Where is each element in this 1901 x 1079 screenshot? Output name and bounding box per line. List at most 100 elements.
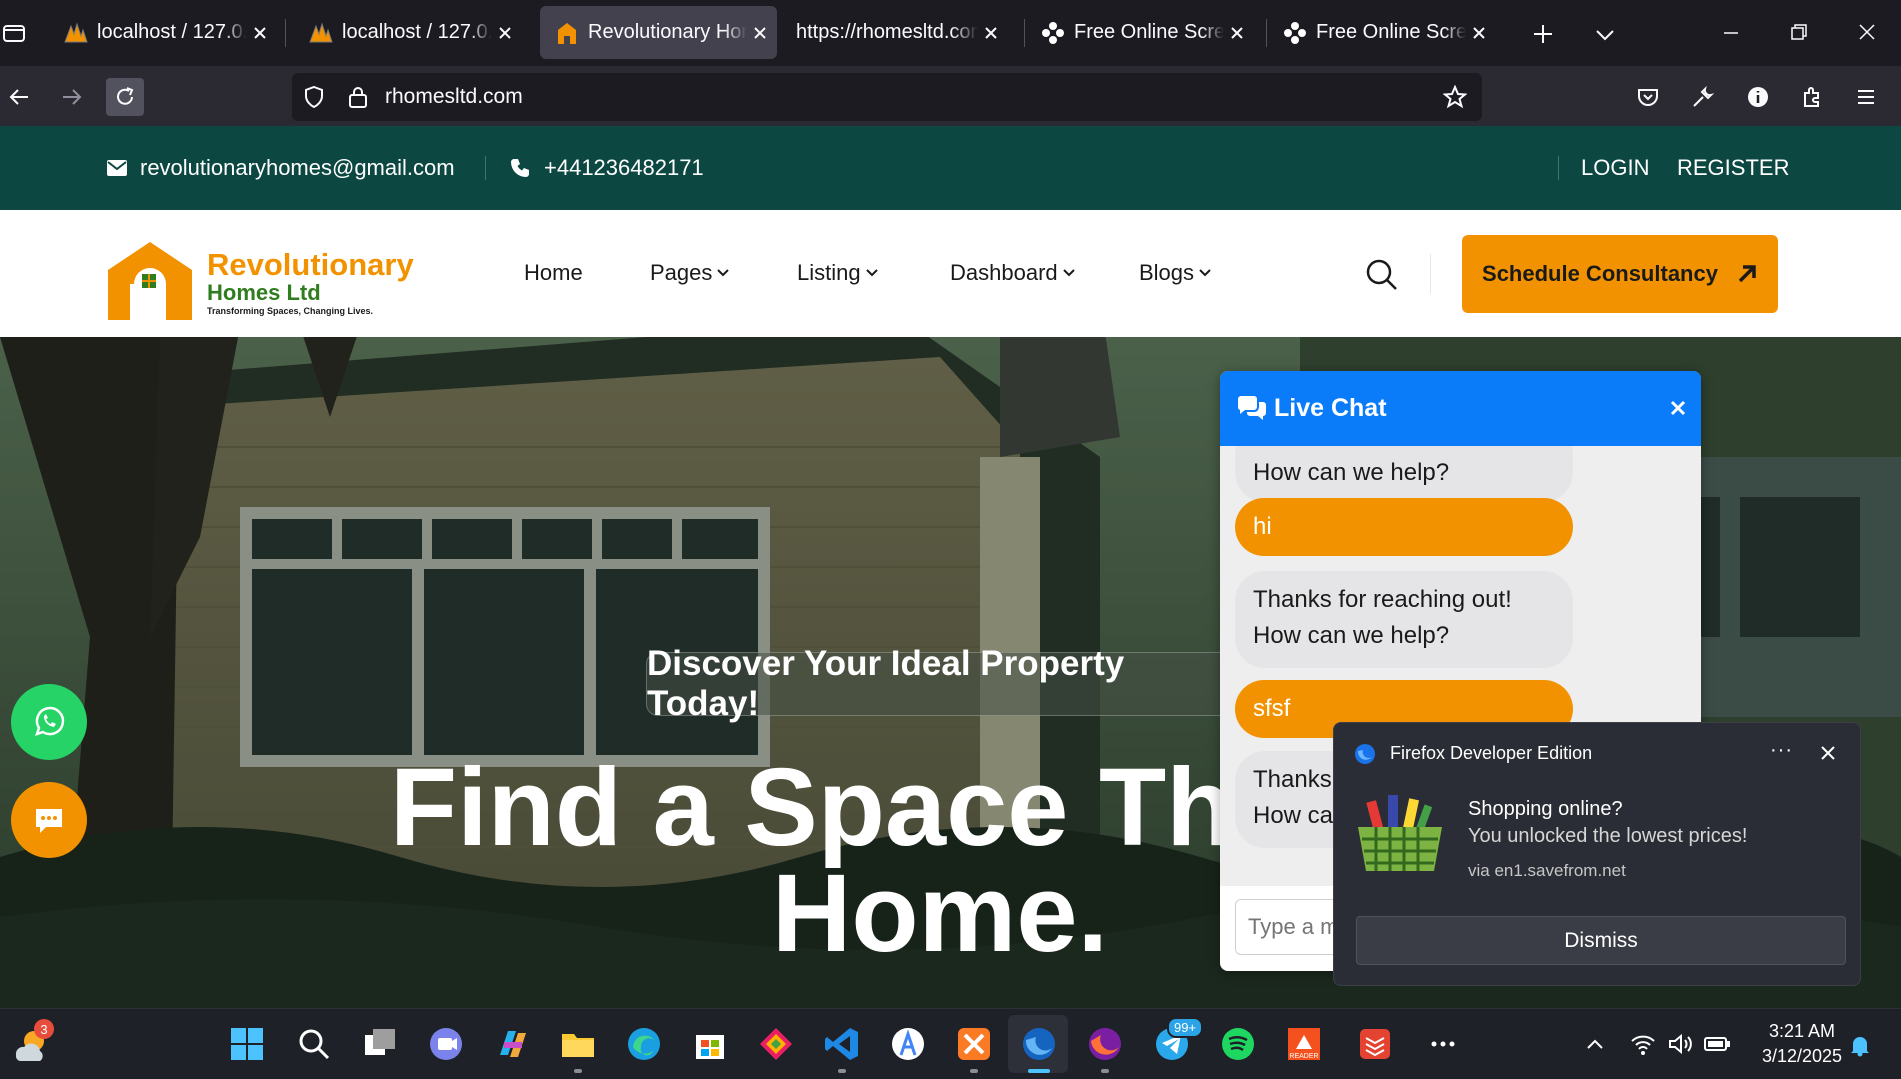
hamburger-menu-icon[interactable] [1847, 78, 1885, 116]
divider [1430, 254, 1431, 294]
close-tab-icon[interactable] [492, 20, 518, 46]
forward-icon[interactable] [53, 78, 91, 116]
nav-listing[interactable]: Listing [797, 260, 880, 286]
spotify-icon[interactable] [1219, 1025, 1257, 1063]
tab-title: localhost / 127.0.0.1 [342, 21, 492, 43]
clock-date: 3/12/2025 [1761, 1046, 1843, 1066]
pocket-icon[interactable] [1629, 78, 1667, 116]
close-tab-icon[interactable] [247, 20, 273, 46]
chat-bubble-icon [36, 809, 62, 833]
more-apps-icon[interactable] [1424, 1025, 1462, 1063]
firefox-developer-icon[interactable] [1020, 1025, 1058, 1063]
close-tab-icon[interactable] [1466, 20, 1492, 46]
close-notification-icon[interactable] [1820, 745, 1836, 761]
site-logo[interactable]: Revolutionary Homes Ltd Transforming Spa… [106, 240, 416, 320]
bookmark-star-icon[interactable] [1443, 85, 1467, 109]
telegram-badge: 99+ [1167, 1017, 1204, 1038]
telegram-icon[interactable]: 99+ [1153, 1017, 1204, 1063]
close-tab-icon[interactable] [978, 20, 1004, 46]
shield-icon[interactable] [302, 85, 326, 109]
firefox-icon[interactable] [1086, 1025, 1124, 1063]
close-chat-icon[interactable] [1669, 399, 1687, 417]
contact-email[interactable]: revolutionaryhomes@gmail.com [106, 126, 455, 210]
phpmyadmin-icon [63, 20, 89, 46]
contact-phone-text: +441236482171 [544, 155, 704, 180]
running-indicator [838, 1069, 846, 1073]
logo-text-secondary: Homes Ltd [207, 280, 321, 305]
running-indicator [1101, 1069, 1109, 1073]
weather-icon[interactable]: 3 [12, 1019, 54, 1065]
volume-icon[interactable] [1667, 1031, 1693, 1057]
wifi-icon[interactable] [1630, 1031, 1656, 1057]
tab-overflow-chevron-icon[interactable] [1590, 19, 1620, 49]
close-window-icon[interactable] [1852, 17, 1882, 47]
teams-chat-icon[interactable] [427, 1025, 465, 1063]
windows-start-icon[interactable] [228, 1025, 266, 1063]
close-tab-icon[interactable] [747, 20, 773, 46]
system-clock[interactable]: 3:21 AM 3/12/2025 [1752, 1019, 1852, 1069]
nav-listing-label: Listing [797, 260, 861, 285]
todoist-icon[interactable] [1356, 1025, 1394, 1063]
nav-blogs[interactable]: Blogs [1139, 260, 1213, 286]
tab-title: https://rhomesltd.com/p [796, 21, 978, 43]
screen-recorder-icon [1282, 20, 1308, 46]
xampp-icon[interactable] [955, 1025, 993, 1063]
search-icon[interactable] [295, 1025, 333, 1063]
dismiss-button[interactable]: Dismiss [1356, 916, 1846, 965]
divider [485, 156, 486, 180]
whatsapp-button[interactable] [11, 684, 87, 760]
login-link[interactable]: LOGIN [1581, 126, 1649, 210]
chevron-up-icon[interactable] [1584, 1033, 1606, 1055]
snipping-tool-icon[interactable] [757, 1025, 795, 1063]
browser-tab[interactable]: https://rhomesltd.com/p [780, 6, 1008, 59]
browser-tab[interactable]: localhost / 127.0.0.1 [294, 6, 522, 59]
lock-icon[interactable] [347, 85, 369, 109]
vscode-icon[interactable] [823, 1025, 861, 1063]
live-chat-toggle-button[interactable] [11, 782, 87, 858]
browser-tab[interactable]: localhost / 127.0.0.1 [49, 6, 277, 59]
schedule-consultancy-button[interactable]: Schedule Consultancy [1462, 235, 1778, 313]
edge-icon[interactable] [625, 1025, 663, 1063]
back-icon[interactable] [0, 78, 38, 116]
chat-message-bot: Thanks for reaching out! How can we help… [1235, 571, 1573, 668]
tab-list-icon[interactable] [0, 19, 28, 47]
nav-home[interactable]: Home [524, 260, 583, 286]
new-tab-icon[interactable] [1528, 19, 1558, 49]
chat-title: Live Chat [1274, 394, 1387, 422]
microsoft-store-icon[interactable] [691, 1025, 729, 1063]
info-icon[interactable] [1739, 78, 1777, 116]
browser-tab[interactable]: Free Online Screen Recorder [1026, 6, 1254, 59]
nav-pages[interactable]: Pages [650, 260, 731, 286]
nav-dashboard[interactable]: Dashboard [950, 260, 1077, 286]
reader-app-icon[interactable]: READER [1285, 1025, 1323, 1063]
svg-text:READER: READER [1289, 1053, 1318, 1060]
logo-text-primary: Revolutionary [207, 247, 414, 282]
reload-icon[interactable] [106, 78, 144, 116]
browser-tab[interactable]: Free Online Screen Recorder [1268, 6, 1496, 59]
arrow-up-right-icon [1738, 265, 1756, 283]
wrench-icon[interactable] [1684, 78, 1722, 116]
restore-icon[interactable] [1784, 17, 1814, 47]
android-studio-icon[interactable] [889, 1025, 927, 1063]
url-bar[interactable]: rhomesltd.com [292, 73, 1482, 121]
more-options-icon[interactable]: ··· [1770, 739, 1793, 762]
task-view-icon[interactable] [361, 1025, 399, 1063]
notification-bell-icon[interactable] [1848, 1033, 1872, 1057]
phone-icon [510, 158, 530, 178]
site-header: Revolutionary Homes Ltd Transforming Spa… [0, 210, 1901, 337]
tab-divider [1024, 19, 1025, 47]
contact-phone[interactable]: +441236482171 [510, 126, 704, 210]
copilot-icon[interactable] [494, 1025, 532, 1063]
file-explorer-icon[interactable] [559, 1025, 597, 1063]
extensions-icon[interactable] [1793, 78, 1831, 116]
close-tab-icon[interactable] [1224, 20, 1250, 46]
browser-tab-active[interactable]: Revolutionary Homes Ltd [540, 6, 777, 59]
running-indicator [574, 1069, 582, 1073]
battery-icon[interactable] [1703, 1031, 1731, 1057]
notification-heading: Shopping online? [1468, 798, 1623, 820]
search-icon[interactable] [1365, 258, 1399, 292]
nav-blogs-label: Blogs [1139, 260, 1195, 285]
minimize-icon[interactable] [1716, 17, 1746, 47]
tab-title: Free Online Screen Recorder [1074, 21, 1224, 43]
register-link[interactable]: REGISTER [1677, 126, 1789, 210]
